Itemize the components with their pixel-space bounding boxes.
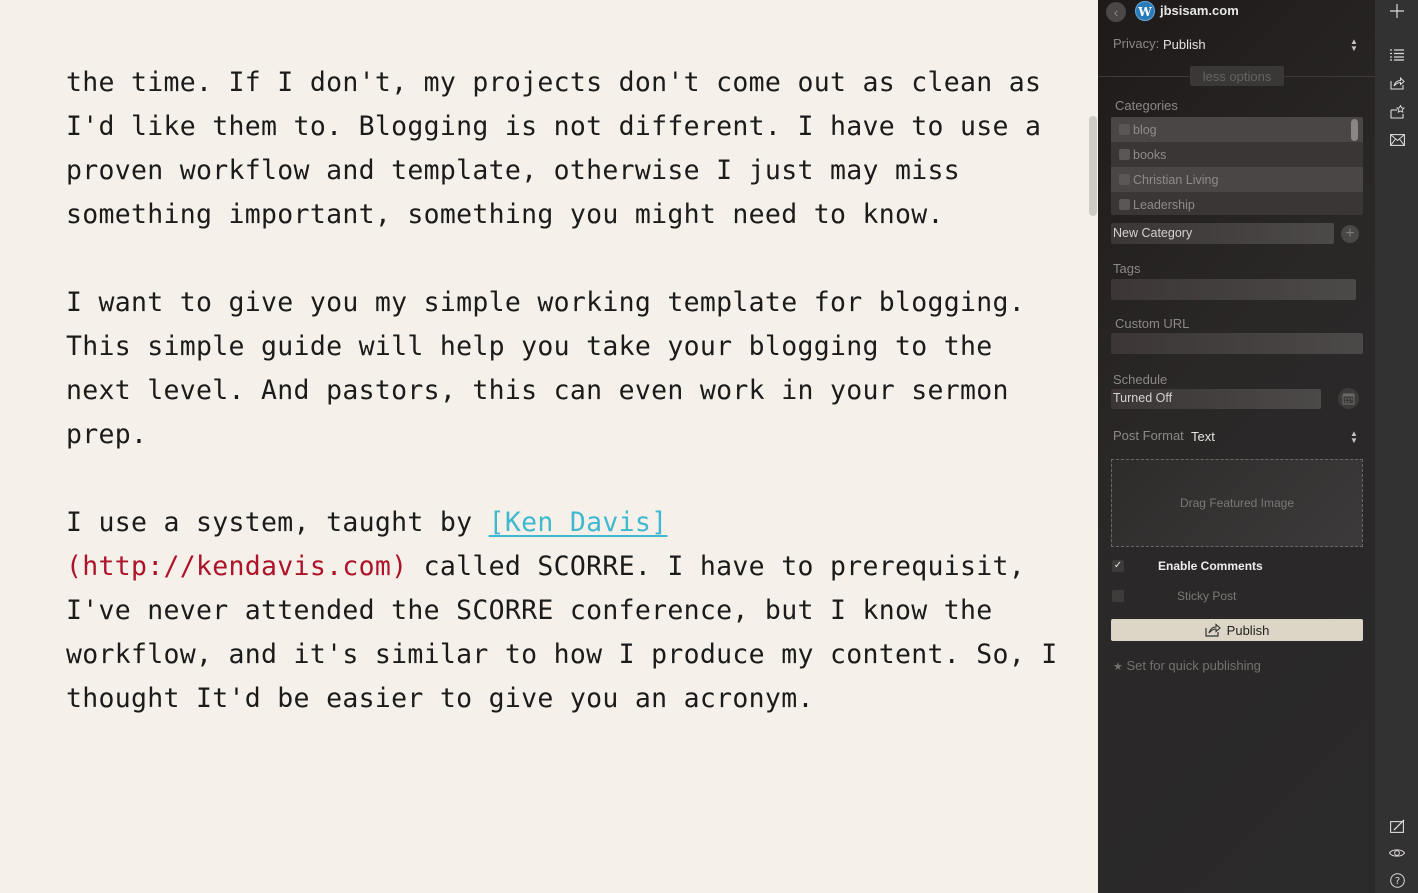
quick-publishing-toggle[interactable]: ★ Set for quick publishing xyxy=(1113,658,1261,673)
custom-url-input[interactable] xyxy=(1111,333,1363,354)
calendar-icon xyxy=(1342,393,1355,405)
paragraph: I want to give you my simple working tem… xyxy=(66,287,1042,450)
category-item[interactable]: books xyxy=(1111,142,1363,167)
paragraph-text: I use a system, taught by xyxy=(66,507,489,538)
help-icon[interactable]: ? xyxy=(1388,871,1406,889)
sticky-post-checkbox[interactable] xyxy=(1112,590,1124,602)
updown-arrows-icon[interactable]: ▲ ▼ xyxy=(1350,38,1358,53)
category-checkbox[interactable] xyxy=(1119,174,1130,185)
category-name: blog xyxy=(1133,122,1157,137)
star-icon: ★ xyxy=(1113,661,1123,673)
sticky-post-label[interactable]: Sticky Post xyxy=(1177,589,1236,603)
enable-comments-label[interactable]: Enable Comments xyxy=(1158,559,1263,573)
plus-icon[interactable] xyxy=(1388,2,1406,20)
preview-icon[interactable] xyxy=(1388,844,1406,862)
category-checkbox[interactable] xyxy=(1119,149,1130,160)
category-name: Christian Living xyxy=(1133,172,1219,187)
categories-scrollbar[interactable] xyxy=(1351,119,1358,141)
back-button[interactable]: ‹ xyxy=(1106,2,1126,22)
new-category-input[interactable]: New Category xyxy=(1111,223,1334,244)
enable-comments-checkbox[interactable]: ✓ xyxy=(1112,560,1124,572)
schedule-input[interactable]: Turned Off xyxy=(1111,389,1321,409)
favorite-icon[interactable] xyxy=(1388,103,1406,121)
paragraph: I use a system, taught by [Ken Davis] (ht… xyxy=(66,501,1066,721)
plus-icon: + xyxy=(1345,225,1355,242)
svg-text:?: ? xyxy=(1394,876,1399,887)
add-category-button[interactable]: + xyxy=(1341,225,1359,243)
publish-icon xyxy=(1205,623,1221,637)
privacy-select[interactable]: Publish xyxy=(1163,37,1206,52)
mail-icon[interactable] xyxy=(1388,131,1406,149)
post-format-label: Post Format xyxy=(1113,428,1184,443)
privacy-label: Privacy: xyxy=(1113,36,1160,51)
featured-image-dropzone[interactable]: Drag Featured Image xyxy=(1111,459,1363,547)
list-icon[interactable] xyxy=(1388,46,1406,64)
less-options-button[interactable]: less options xyxy=(1190,66,1284,86)
editor-pane[interactable]: the time. If I don't, my projects don't … xyxy=(0,0,1098,893)
categories-list: blog books Christian Living Leadership xyxy=(1111,117,1363,215)
wordpress-logo-icon: W xyxy=(1135,1,1155,21)
paragraph: the time. If I don't, my projects don't … xyxy=(66,67,1058,230)
quick-publishing-label: Set for quick publishing xyxy=(1126,658,1261,673)
category-name: books xyxy=(1133,147,1167,162)
checkmark-icon: ✓ xyxy=(1113,560,1123,571)
markdown-link-url[interactable]: (http://kendavis.com) xyxy=(66,551,407,582)
edit-icon[interactable] xyxy=(1388,817,1406,835)
calendar-button[interactable] xyxy=(1338,388,1359,409)
categories-label: Categories xyxy=(1115,98,1178,113)
site-name: jbsisam.com xyxy=(1160,3,1239,18)
category-item[interactable]: blog xyxy=(1111,117,1363,142)
category-name: Leadership xyxy=(1133,197,1195,212)
post-format-select[interactable]: Text xyxy=(1191,429,1215,444)
updown-arrows-icon[interactable]: ▲ ▼ xyxy=(1350,430,1358,445)
category-item[interactable]: Christian Living xyxy=(1111,167,1363,192)
category-item[interactable]: Leadership xyxy=(1111,192,1363,215)
schedule-label: Schedule xyxy=(1113,372,1168,387)
publish-button-label: Publish xyxy=(1226,622,1270,638)
category-checkbox[interactable] xyxy=(1119,124,1130,135)
chevron-left-icon: ‹ xyxy=(1113,4,1119,20)
editor-text[interactable]: the time. If I don't, my projects don't … xyxy=(66,61,1066,765)
tags-input[interactable] xyxy=(1111,279,1356,300)
right-toolbar: ? xyxy=(1375,0,1418,893)
custom-url-label: Custom URL xyxy=(1115,316,1190,331)
editor-scrollbar[interactable] xyxy=(1089,116,1097,216)
publish-icon[interactable] xyxy=(1388,74,1406,92)
tags-label: Tags xyxy=(1113,261,1141,276)
category-checkbox[interactable] xyxy=(1119,199,1130,210)
publish-button[interactable]: Publish xyxy=(1111,619,1363,641)
publish-panel: ‹ W jbsisam.com Privacy: Publish ▲ ▼ less… xyxy=(1098,0,1375,893)
featured-image-label: Drag Featured Image xyxy=(1179,496,1295,510)
markdown-link-text[interactable]: [Ken Davis] xyxy=(489,507,668,538)
